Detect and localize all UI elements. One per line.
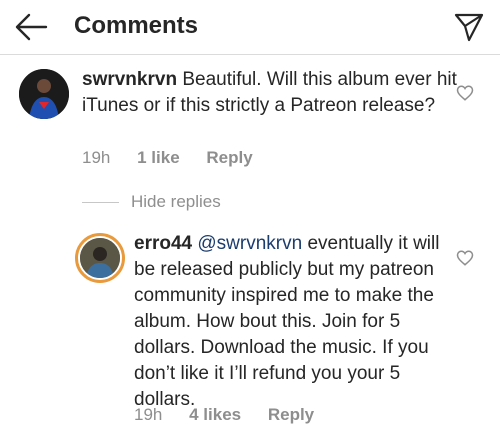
- hide-replies-label: Hide replies: [131, 192, 221, 211]
- reply-button[interactable]: Reply: [268, 405, 314, 424]
- profile-photo-icon: [80, 238, 120, 278]
- profile-photo-icon: [19, 69, 69, 119]
- back-button[interactable]: [14, 12, 48, 42]
- reply-body: eventually it will be released publicly …: [134, 233, 440, 410]
- avatar-swrvnkrvn[interactable]: [19, 69, 69, 119]
- paper-plane-icon: [454, 13, 484, 42]
- heart-icon[interactable]: [456, 84, 474, 102]
- reply-likes[interactable]: 4 likes: [189, 405, 241, 424]
- reply-text: erro44 @swrvnkrvn eventually it will be …: [134, 231, 454, 413]
- comment-username[interactable]: swrvnkrvn: [82, 69, 177, 90]
- divider-line: [82, 202, 119, 204]
- comments-header: Comments: [0, 0, 500, 55]
- reply-button[interactable]: Reply: [206, 148, 252, 167]
- comment-meta: 19h 1 like Reply: [82, 148, 275, 168]
- hide-replies-button[interactable]: Hide replies: [82, 192, 221, 212]
- page-title: Comments: [74, 12, 199, 39]
- heart-icon[interactable]: [456, 249, 474, 267]
- comment-time: 19h: [82, 148, 111, 167]
- reply-meta: 19h 4 likes Reply: [134, 405, 336, 425]
- arrow-left-icon: [15, 13, 48, 41]
- profile-photo: [80, 238, 120, 278]
- avatar-erro44[interactable]: [75, 233, 125, 283]
- comment-likes[interactable]: 1 like: [137, 148, 180, 167]
- comment-text: swrvnkrvn Beautiful. Will this album eve…: [82, 67, 462, 119]
- reply-time: 19h: [134, 405, 163, 424]
- reply-mention[interactable]: @swrvnkrvn: [197, 233, 302, 254]
- reply-username[interactable]: erro44: [134, 233, 192, 254]
- share-button[interactable]: [452, 10, 486, 44]
